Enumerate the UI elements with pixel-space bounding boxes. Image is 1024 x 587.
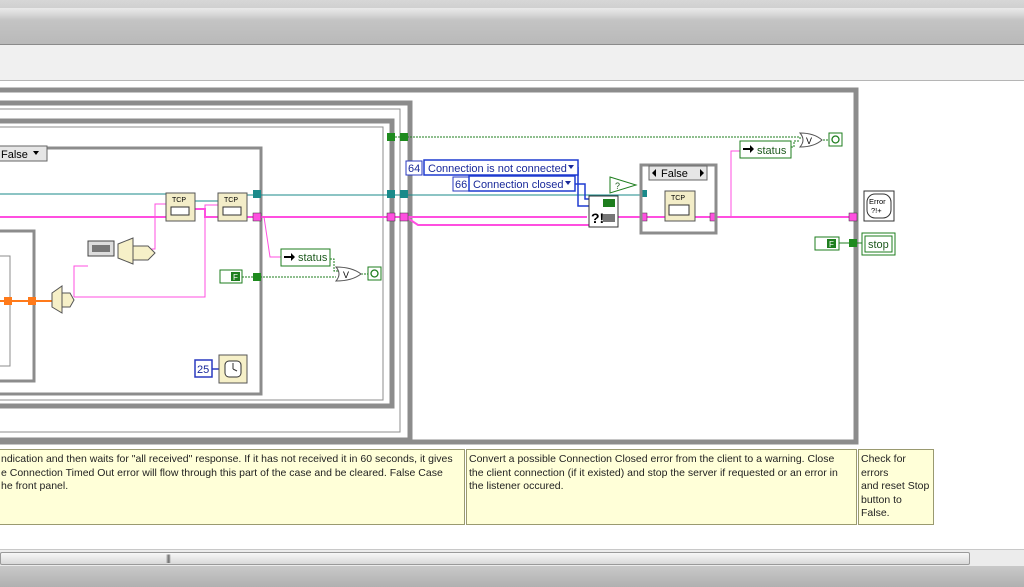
nested-frame	[0, 229, 36, 383]
error-code-1-label: 64	[408, 163, 420, 175]
horizontal-scrollbar[interactable]: |||	[0, 549, 1024, 566]
status-1-label: status	[298, 252, 328, 264]
error-convert-node[interactable]: ?!	[588, 195, 619, 228]
wait-timer-icon[interactable]	[218, 354, 248, 384]
or-right-label: V	[806, 136, 812, 146]
bool-false-constant-1[interactable]: F	[219, 269, 243, 284]
error-handler-line1: Error	[869, 197, 886, 206]
error-handler-line2: ?!+	[871, 206, 882, 215]
tcp-close-label: TCP	[671, 195, 685, 202]
status-unbundle-right[interactable]: status	[739, 140, 792, 159]
bool-false-constant-2[interactable]: F	[814, 236, 840, 251]
select-node-icon[interactable]	[132, 245, 156, 261]
scrollbar-grip-icon: |||	[166, 553, 171, 563]
error-code-constant-2[interactable]: 66	[452, 176, 470, 192]
right-case-selector[interactable]: False	[648, 165, 708, 181]
tcp-close-node[interactable]: TCP	[664, 190, 696, 222]
tcp-write-node[interactable]: TCP	[217, 192, 248, 222]
scrollbar-thumb[interactable]: |||	[0, 552, 970, 565]
tcp-read-label: TCP	[172, 197, 186, 204]
comment-right: Check for errors and reset Stop button t…	[858, 449, 934, 525]
bool-wire-top	[392, 136, 801, 140]
stop-terminal-right-icon	[828, 132, 843, 147]
connection-closed-ring[interactable]: Connection closed	[468, 175, 576, 192]
ref-wire	[0, 193, 640, 202]
inner-case-selector[interactable]: False	[0, 145, 48, 162]
window-title-bar	[0, 0, 1024, 45]
connection-not-connected-ring[interactable]: Connection is not connected	[423, 159, 579, 176]
bool-false-1-label: F	[233, 273, 238, 282]
stop-terminal-inner-icon	[367, 266, 382, 281]
compare-error-icon[interactable]: ?	[609, 176, 638, 194]
toolbar	[0, 45, 1024, 81]
stop-label: stop	[868, 239, 889, 251]
or-inner-label: V	[343, 270, 349, 280]
wait-ms-label: 25	[197, 364, 209, 376]
tcp-read-node[interactable]: TCP	[165, 192, 196, 222]
bool-false-2-label: F	[829, 240, 834, 249]
or-gate-inner[interactable]: V	[334, 266, 362, 282]
or-gate-right[interactable]: V	[798, 132, 823, 148]
svg-text:?!: ?!	[591, 210, 604, 226]
while-loop-frame[interactable]	[0, 87, 859, 445]
inner-case-label: False	[1, 149, 28, 161]
comment-left: ndication and then waits for "all receiv…	[0, 449, 465, 525]
comment-middle: Convert a possible Connection Closed err…	[466, 449, 857, 525]
error-code-constant-1[interactable]: 64	[405, 160, 423, 176]
ring-2-label: Connection closed	[473, 179, 564, 191]
string-constant-node[interactable]	[87, 240, 115, 257]
block-diagram[interactable]: False TCP TCP TCP status V F 25 64 Conne…	[0, 81, 1024, 549]
right-case-label: False	[661, 168, 688, 180]
status-unbundle-inner[interactable]: status	[280, 248, 331, 267]
tcp-write-label: TCP	[224, 197, 238, 204]
stop-local-variable[interactable]: stop	[861, 232, 896, 256]
compare-node-icon[interactable]	[51, 285, 75, 314]
error-handler-node[interactable]: Error ?!+	[863, 190, 895, 222]
ring-1-label: Connection is not connected	[428, 163, 567, 175]
tunnels	[4, 133, 858, 305]
equal-compare-icon[interactable]	[117, 237, 134, 265]
window-bottom-frame	[0, 566, 1024, 587]
status-2-label: status	[757, 145, 787, 157]
svg-text:?: ?	[615, 181, 620, 191]
error-code-2-label: 66	[455, 179, 467, 191]
wait-constant[interactable]: 25	[194, 359, 219, 378]
